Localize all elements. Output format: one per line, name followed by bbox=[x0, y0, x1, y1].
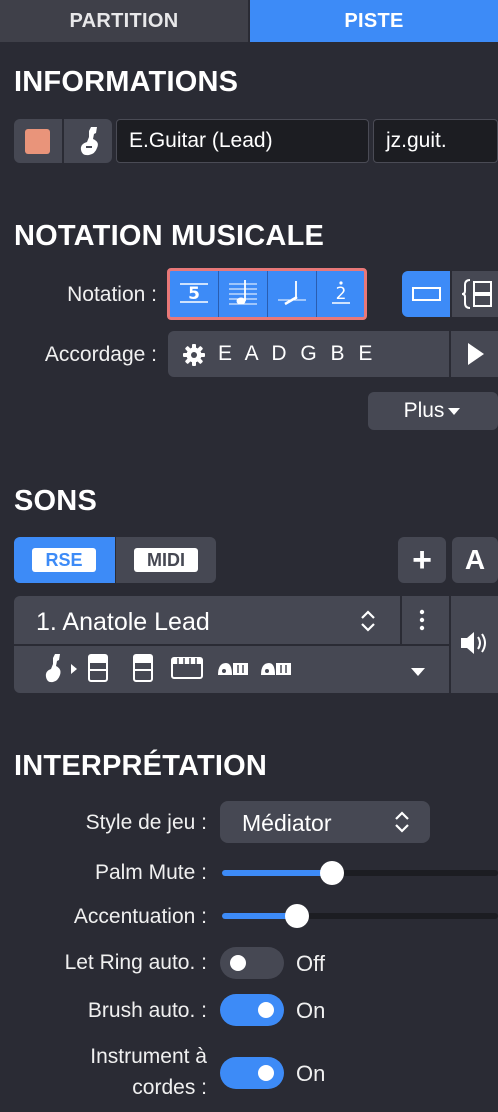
standard-notation-button[interactable] bbox=[219, 271, 267, 315]
divider bbox=[62, 119, 64, 163]
plus-label: Plus bbox=[403, 399, 445, 422]
gear-icon bbox=[182, 343, 206, 372]
guitar-icon bbox=[42, 652, 64, 689]
speaker-icon bbox=[461, 632, 486, 654]
numbered-notation-button[interactable]: 2 bbox=[317, 271, 365, 315]
palm-mute-slider[interactable] bbox=[222, 861, 498, 885]
let-ring-toggle[interactable] bbox=[220, 947, 284, 979]
sons-title: SONS bbox=[14, 485, 97, 517]
chevron-down-icon[interactable] bbox=[410, 664, 426, 682]
midi-label: MIDI bbox=[134, 548, 198, 572]
short-name-field[interactable]: jz.guit. bbox=[373, 119, 498, 163]
cabinet-icon[interactable] bbox=[132, 653, 154, 688]
brush-toggle[interactable] bbox=[220, 994, 284, 1026]
palm-mute-fill bbox=[222, 870, 332, 876]
rack-icon[interactable] bbox=[170, 656, 204, 685]
tuning-value: E A D G B E bbox=[218, 342, 377, 365]
informations-title: INFORMATIONS bbox=[14, 66, 239, 98]
tablature-button[interactable]: 5 bbox=[170, 271, 218, 315]
tuning-selector[interactable]: E A D G B E bbox=[168, 331, 449, 377]
notation-buttons-group: 5 2 bbox=[167, 268, 367, 320]
midi-tab[interactable]: MIDI bbox=[116, 537, 216, 583]
play-icon bbox=[468, 343, 484, 365]
updown-chevron-icon[interactable] bbox=[358, 608, 378, 639]
sound-preset-panel: 1. Anatole Lead bbox=[14, 596, 449, 693]
amp-head-icon[interactable] bbox=[87, 653, 109, 688]
tab-piste[interactable]: PISTE bbox=[250, 0, 498, 42]
add-sound-button[interactable]: + bbox=[398, 537, 446, 583]
accentuation-slider[interactable] bbox=[222, 904, 498, 928]
slash-number: 2 bbox=[336, 284, 347, 304]
let-ring-value: Off bbox=[296, 951, 325, 976]
divider bbox=[400, 596, 402, 644]
brush-label: Brush auto. : bbox=[87, 999, 207, 1022]
strings-value: On bbox=[296, 1061, 326, 1086]
accentuation-label: Accentuation : bbox=[73, 905, 207, 928]
toggle-knob bbox=[230, 955, 246, 971]
divider bbox=[14, 644, 449, 646]
slash-notation-button[interactable] bbox=[268, 271, 316, 315]
strings-label-line2: cordes : bbox=[132, 1076, 207, 1099]
tab-partition[interactable]: PARTITION bbox=[0, 0, 248, 42]
palm-mute-label: Palm Mute : bbox=[94, 861, 207, 884]
speaker-button[interactable] bbox=[451, 596, 498, 693]
multi-staff-view-button[interactable] bbox=[452, 271, 498, 317]
style-select[interactable]: Médiator bbox=[220, 801, 430, 843]
toggle-knob bbox=[258, 1065, 274, 1081]
eq-effect-icon[interactable] bbox=[259, 659, 293, 684]
track-info-group bbox=[14, 119, 112, 163]
palm-mute-knob[interactable] bbox=[320, 861, 344, 885]
automation-button[interactable]: A bbox=[452, 537, 498, 583]
toggle-knob bbox=[258, 1002, 274, 1018]
strings-toggle[interactable] bbox=[220, 1057, 284, 1089]
style-value: Médiator bbox=[242, 810, 332, 836]
style-label: Style de jeu : bbox=[85, 811, 207, 834]
accordage-label: Accordage : bbox=[44, 343, 157, 366]
let-ring-label: Let Ring auto. : bbox=[64, 951, 207, 974]
caret-down-icon bbox=[448, 408, 461, 415]
play-tuning-button[interactable] bbox=[451, 331, 498, 377]
guitar-icon[interactable] bbox=[76, 125, 102, 162]
more-options-icon[interactable] bbox=[419, 608, 425, 637]
track-color-swatch[interactable] bbox=[25, 129, 50, 154]
chain-arrow-icon bbox=[70, 662, 78, 680]
rse-tab[interactable]: RSE bbox=[14, 537, 115, 583]
preset-name[interactable]: 1. Anatole Lead bbox=[36, 608, 210, 637]
plus-dropdown-button[interactable]: Plus bbox=[368, 392, 498, 430]
notation-label: Notation : bbox=[67, 283, 157, 306]
notation-title: NOTATION MUSICALE bbox=[14, 220, 325, 252]
rse-label: RSE bbox=[32, 548, 96, 572]
single-staff-view-button[interactable] bbox=[402, 271, 450, 317]
brush-value: On bbox=[296, 998, 326, 1023]
tab-number: 5 bbox=[188, 284, 200, 304]
strings-label-line1: Instrument à bbox=[90, 1045, 207, 1068]
eq-effect-icon[interactable] bbox=[216, 659, 250, 684]
accentuation-knob[interactable] bbox=[285, 904, 309, 928]
interpretation-title: INTERPRÉTATION bbox=[14, 750, 268, 782]
track-name-field[interactable]: E.Guitar (Lead) bbox=[116, 119, 369, 163]
updown-chevron-icon bbox=[392, 809, 412, 840]
